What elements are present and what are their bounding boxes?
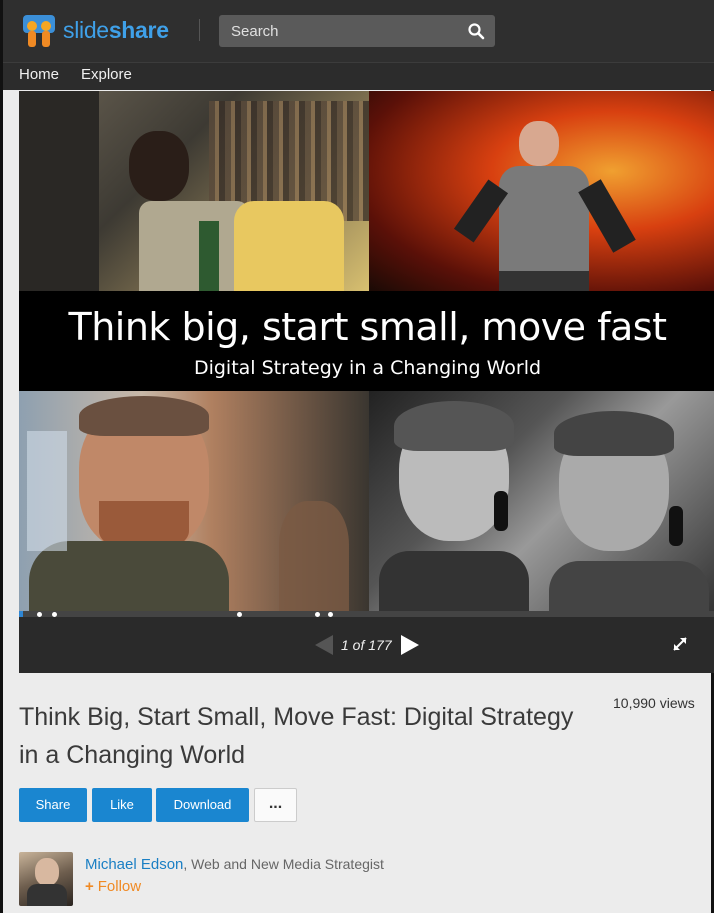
- search-icon[interactable]: [467, 22, 485, 40]
- follow-button[interactable]: + Follow: [85, 878, 141, 895]
- search-box: [219, 15, 495, 47]
- follow-label: Follow: [97, 878, 142, 895]
- nav-item-explore[interactable]: Explore: [81, 66, 132, 83]
- nav-item-home[interactable]: Home: [19, 66, 59, 83]
- photo-smiling-man: [19, 391, 369, 611]
- author-role: , Web and New Media Strategist: [183, 856, 384, 872]
- logo-text: slideshare: [63, 16, 169, 43]
- more-options-button[interactable]: ...: [254, 788, 297, 822]
- top-bar: slideshare: [3, 0, 714, 62]
- slide-title: Think big, start small, move fast: [68, 305, 667, 349]
- previous-slide-icon[interactable]: [315, 635, 333, 655]
- author-name[interactable]: Michael Edson: [85, 856, 183, 873]
- player-controls: 1 of 177: [19, 617, 714, 673]
- next-slide-icon[interactable]: [401, 635, 419, 655]
- slide-subtitle: Digital Strategy in a Changing World: [193, 357, 542, 379]
- author-avatar[interactable]: [19, 852, 73, 906]
- photo-laughing-man: [19, 91, 369, 291]
- slide-image[interactable]: Think big, start small, move fast Digita…: [19, 91, 714, 611]
- document-title: Think Big, Start Small, Move Fast: Digit…: [19, 703, 574, 769]
- view-count: 10,990 views: [613, 695, 695, 711]
- slide-title-band: Think big, start small, move fast Digita…: [19, 291, 714, 391]
- photo-woman-on-stage: [369, 91, 714, 291]
- share-button[interactable]: Share: [19, 788, 87, 822]
- slideshare-logo[interactable]: slideshare: [19, 13, 169, 47]
- nav-bar: Home Explore: [3, 62, 714, 90]
- plus-icon: +: [85, 878, 94, 895]
- author-line: Michael Edson, Web and New Media Strateg…: [85, 856, 384, 873]
- header-divider: [199, 19, 200, 41]
- download-button[interactable]: Download: [156, 788, 249, 822]
- like-button[interactable]: Like: [92, 788, 152, 822]
- page: slideshare Home Explore: [0, 0, 714, 913]
- search-input[interactable]: [219, 15, 459, 47]
- slideshare-logo-icon: [19, 13, 59, 47]
- slide-player: Think big, start small, move fast Digita…: [19, 91, 714, 673]
- page-counter: 1 of 177: [341, 637, 392, 653]
- photo-two-singers: [369, 391, 714, 611]
- fullscreen-icon[interactable]: [671, 635, 689, 653]
